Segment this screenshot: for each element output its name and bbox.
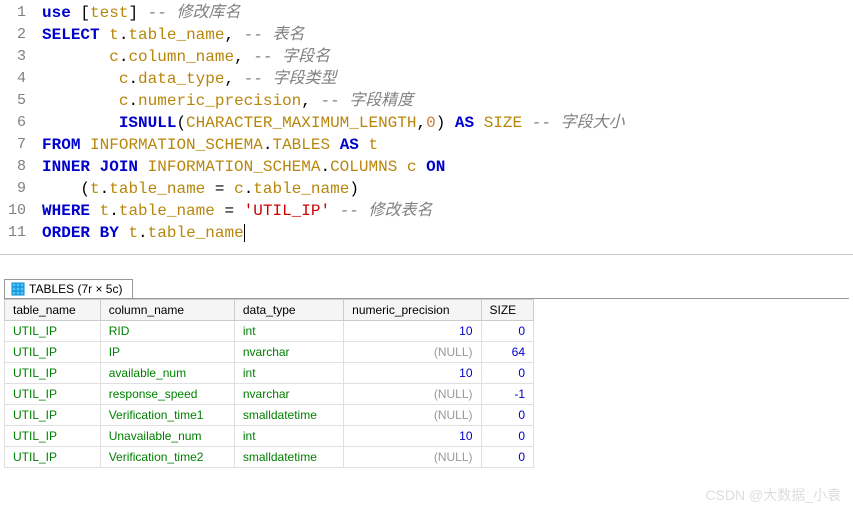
table-cell[interactable]: UTIL_IP bbox=[5, 426, 101, 447]
results-tab-label: TABLES (7r × 5c) bbox=[29, 282, 122, 296]
column-header[interactable]: numeric_precision bbox=[344, 300, 481, 321]
code-line[interactable]: c.numeric_precision, -- 字段精度 bbox=[42, 90, 625, 112]
line-number: 5 bbox=[8, 90, 26, 112]
table-cell[interactable]: nvarchar bbox=[234, 384, 343, 405]
table-row[interactable]: UTIL_IPVerification_time2smalldatetime(N… bbox=[5, 447, 534, 468]
table-cell[interactable]: smalldatetime bbox=[234, 447, 343, 468]
table-cell[interactable]: Verification_time2 bbox=[100, 447, 234, 468]
table-cell[interactable]: UTIL_IP bbox=[5, 384, 101, 405]
table-cell[interactable]: 10 bbox=[344, 426, 481, 447]
column-header[interactable]: SIZE bbox=[481, 300, 533, 321]
line-number: 10 bbox=[8, 200, 26, 222]
table-row[interactable]: UTIL_IPavailable_numint100 bbox=[5, 363, 534, 384]
column-header[interactable]: table_name bbox=[5, 300, 101, 321]
table-cell[interactable]: UTIL_IP bbox=[5, 447, 101, 468]
table-row[interactable]: UTIL_IPIPnvarchar(NULL)64 bbox=[5, 342, 534, 363]
line-number: 9 bbox=[8, 178, 26, 200]
line-number: 11 bbox=[8, 222, 26, 244]
code-line[interactable]: c.data_type, -- 字段类型 bbox=[42, 68, 625, 90]
table-cell[interactable]: 0 bbox=[481, 426, 533, 447]
sql-editor[interactable]: 1234567891011 use [test] -- 修改库名SELECT t… bbox=[0, 0, 853, 255]
table-cell[interactable]: 0 bbox=[481, 405, 533, 426]
line-number: 7 bbox=[8, 134, 26, 156]
code-line[interactable]: WHERE t.table_name = 'UTIL_IP' -- 修改表名 bbox=[42, 200, 625, 222]
table-row[interactable]: UTIL_IPVerification_time1smalldatetime(N… bbox=[5, 405, 534, 426]
code-line[interactable]: ORDER BY t.table_name bbox=[42, 222, 625, 244]
results-tab[interactable]: TABLES (7r × 5c) bbox=[4, 279, 133, 298]
line-number: 4 bbox=[8, 68, 26, 90]
results-tab-bar: TABLES (7r × 5c) bbox=[4, 279, 849, 299]
table-cell[interactable]: UTIL_IP bbox=[5, 321, 101, 342]
code-line[interactable]: use [test] -- 修改库名 bbox=[42, 2, 625, 24]
table-cell[interactable]: nvarchar bbox=[234, 342, 343, 363]
table-cell[interactable]: 0 bbox=[481, 321, 533, 342]
column-header[interactable]: column_name bbox=[100, 300, 234, 321]
table-row[interactable]: UTIL_IPresponse_speednvarchar(NULL)-1 bbox=[5, 384, 534, 405]
line-number: 3 bbox=[8, 46, 26, 68]
table-cell[interactable]: available_num bbox=[100, 363, 234, 384]
code-line[interactable]: SELECT t.table_name, -- 表名 bbox=[42, 24, 625, 46]
results-grid[interactable]: table_namecolumn_namedata_typenumeric_pr… bbox=[4, 299, 534, 468]
line-number: 1 bbox=[8, 2, 26, 24]
table-cell[interactable]: 64 bbox=[481, 342, 533, 363]
table-cell[interactable]: UTIL_IP bbox=[5, 342, 101, 363]
code-area[interactable]: use [test] -- 修改库名SELECT t.table_name, -… bbox=[38, 0, 629, 246]
table-cell[interactable]: (NULL) bbox=[344, 384, 481, 405]
table-cell[interactable]: response_speed bbox=[100, 384, 234, 405]
code-line[interactable]: FROM INFORMATION_SCHEMA.TABLES AS t bbox=[42, 134, 625, 156]
table-cell[interactable]: (NULL) bbox=[344, 405, 481, 426]
table-cell[interactable]: UTIL_IP bbox=[5, 405, 101, 426]
table-cell[interactable]: int bbox=[234, 321, 343, 342]
table-cell[interactable]: Verification_time1 bbox=[100, 405, 234, 426]
table-cell[interactable]: (NULL) bbox=[344, 447, 481, 468]
code-line[interactable]: c.column_name, -- 字段名 bbox=[42, 46, 625, 68]
line-gutter: 1234567891011 bbox=[0, 0, 38, 246]
code-line[interactable]: INNER JOIN INFORMATION_SCHEMA.COLUMNS c … bbox=[42, 156, 625, 178]
table-row[interactable]: UTIL_IPRIDint100 bbox=[5, 321, 534, 342]
table-cell[interactable]: UTIL_IP bbox=[5, 363, 101, 384]
column-header[interactable]: data_type bbox=[234, 300, 343, 321]
table-cell[interactable]: smalldatetime bbox=[234, 405, 343, 426]
code-line[interactable]: ISNULL(CHARACTER_MAXIMUM_LENGTH,0) AS SI… bbox=[42, 112, 625, 134]
table-cell[interactable]: (NULL) bbox=[344, 342, 481, 363]
table-cell[interactable]: 0 bbox=[481, 363, 533, 384]
table-cell[interactable]: -1 bbox=[481, 384, 533, 405]
table-cell[interactable]: 10 bbox=[344, 321, 481, 342]
code-line[interactable]: (t.table_name = c.table_name) bbox=[42, 178, 625, 200]
table-icon bbox=[11, 282, 25, 296]
table-row[interactable]: UTIL_IPUnavailable_numint100 bbox=[5, 426, 534, 447]
table-cell[interactable]: int bbox=[234, 363, 343, 384]
table-cell[interactable]: 10 bbox=[344, 363, 481, 384]
table-cell[interactable]: RID bbox=[100, 321, 234, 342]
watermark: CSDN @大数据_小袁 bbox=[705, 485, 841, 505]
table-cell[interactable]: Unavailable_num bbox=[100, 426, 234, 447]
results-panel: TABLES (7r × 5c) table_namecolumn_nameda… bbox=[0, 279, 853, 468]
line-number: 6 bbox=[8, 112, 26, 134]
table-cell[interactable]: int bbox=[234, 426, 343, 447]
line-number: 8 bbox=[8, 156, 26, 178]
table-cell[interactable]: IP bbox=[100, 342, 234, 363]
line-number: 2 bbox=[8, 24, 26, 46]
table-cell[interactable]: 0 bbox=[481, 447, 533, 468]
